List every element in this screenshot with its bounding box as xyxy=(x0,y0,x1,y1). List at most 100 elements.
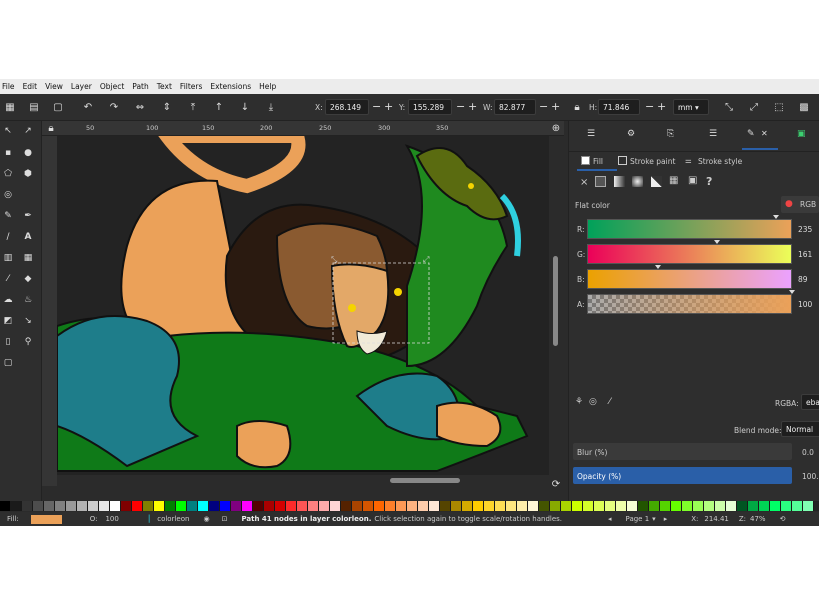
lock-guides-icon[interactable]: 🔒︎ xyxy=(44,121,58,135)
palette-swatch[interactable] xyxy=(418,501,429,511)
palette-swatch[interactable] xyxy=(682,501,693,511)
zoom-correction-icon[interactable]: ⊕ xyxy=(549,121,563,135)
palette-swatch[interactable] xyxy=(330,501,341,511)
palette-swatch[interactable] xyxy=(407,501,418,511)
palette-swatch[interactable] xyxy=(0,501,11,511)
zoom-value[interactable]: 47% xyxy=(750,515,766,523)
palette-swatch[interactable] xyxy=(748,501,759,511)
flat-color-button[interactable] xyxy=(595,176,606,187)
deselect-icon[interactable]: ▢ xyxy=(51,100,65,114)
palette-swatch[interactable] xyxy=(561,501,572,511)
close-tab-icon[interactable]: ✕ xyxy=(761,129,768,138)
h-increment[interactable]: + xyxy=(657,100,666,113)
paint-bucket-tool-icon[interactable]: ◆ xyxy=(21,272,35,286)
palette-swatch[interactable] xyxy=(132,501,143,511)
palette-swatch[interactable] xyxy=(440,501,451,511)
palette-swatch[interactable] xyxy=(759,501,770,511)
lock-layer-icon[interactable]: ⊡ xyxy=(222,515,228,523)
w-increment[interactable]: + xyxy=(551,100,560,113)
palette-swatch[interactable] xyxy=(572,501,583,511)
node-tool-icon[interactable]: ↗ xyxy=(21,124,35,138)
palette-swatch[interactable] xyxy=(242,501,253,511)
palette-swatch[interactable] xyxy=(275,501,286,511)
b-value[interactable]: 89 xyxy=(798,275,808,284)
palette-swatch[interactable] xyxy=(429,501,440,511)
no-paint-button[interactable]: × xyxy=(580,177,588,188)
palette-swatch[interactable] xyxy=(264,501,275,511)
palette-swatch[interactable] xyxy=(154,501,165,511)
spiral-tool-icon[interactable]: ◎ xyxy=(1,188,15,202)
palette-swatch[interactable] xyxy=(462,501,473,511)
palette-swatch[interactable] xyxy=(374,501,385,511)
palette-swatch[interactable] xyxy=(143,501,154,511)
pen-tool-icon[interactable]: ✒ xyxy=(21,209,35,223)
layers-tab-icon[interactable]: ☰ xyxy=(709,129,717,139)
g-value[interactable]: 161 xyxy=(798,250,812,259)
rgba-input[interactable]: eba xyxy=(801,394,819,410)
align-tab-icon[interactable]: ⚙ xyxy=(627,129,635,139)
eraser-tool-icon[interactable]: ◩ xyxy=(1,314,15,328)
mesh-gradient-button[interactable] xyxy=(651,176,662,187)
raise-icon[interactable]: ↑ xyxy=(212,100,226,114)
palette-swatch[interactable] xyxy=(253,501,264,511)
palette-swatch[interactable] xyxy=(385,501,396,511)
palette-swatch[interactable] xyxy=(77,501,88,511)
stroke-style-tab[interactable]: Stroke style xyxy=(698,157,742,166)
calligraphy-tool-icon[interactable]: ∕ xyxy=(1,230,15,244)
palette-swatch[interactable] xyxy=(187,501,198,511)
menu-edit[interactable]: Edit xyxy=(23,82,38,91)
color-palette[interactable] xyxy=(0,501,819,511)
palette-swatch[interactable] xyxy=(770,501,781,511)
select-all-icon[interactable]: ▦ xyxy=(3,100,17,114)
spray-tool-icon[interactable]: ♨ xyxy=(21,293,35,307)
palette-swatch[interactable] xyxy=(363,501,374,511)
palette-swatch[interactable] xyxy=(539,501,550,511)
menu-filters[interactable]: Filters xyxy=(180,82,202,91)
palette-swatch[interactable] xyxy=(286,501,297,511)
w-decrement[interactable]: − xyxy=(539,100,548,113)
menu-text[interactable]: Text xyxy=(157,82,172,91)
vertical-scrollbar[interactable] xyxy=(549,136,564,486)
lock-icon[interactable]: 🔒︎ xyxy=(570,100,584,114)
linear-gradient-button[interactable] xyxy=(614,176,625,187)
h-decrement[interactable]: − xyxy=(645,100,654,113)
measure-tool-icon[interactable]: ▯ xyxy=(1,335,15,349)
palette-swatch[interactable] xyxy=(176,501,187,511)
unit-select[interactable]: mm ▾ xyxy=(673,99,709,115)
palette-swatch[interactable] xyxy=(341,501,352,511)
text-tool-icon[interactable]: A xyxy=(21,230,35,244)
palette-swatch[interactable] xyxy=(44,501,55,511)
horizontal-scroll-thumb[interactable] xyxy=(390,478,460,483)
flip-vertical-icon[interactable]: ⇕ xyxy=(160,100,174,114)
palette-swatch[interactable] xyxy=(297,501,308,511)
palette-swatch[interactable] xyxy=(638,501,649,511)
palette-swatch[interactable] xyxy=(99,501,110,511)
r-slider[interactable] xyxy=(587,219,792,239)
palette-swatch[interactable] xyxy=(66,501,77,511)
vertical-scroll-thumb[interactable] xyxy=(553,256,558,346)
opacity-value[interactable]: 100 xyxy=(105,515,118,523)
x-input[interactable]: 268.149 xyxy=(325,99,369,115)
palette-swatch[interactable] xyxy=(594,501,605,511)
y-increment[interactable]: + xyxy=(468,100,477,113)
zoom-tool-icon[interactable]: ⚲ xyxy=(21,335,35,349)
palette-swatch[interactable] xyxy=(506,501,517,511)
palette-swatch[interactable] xyxy=(33,501,44,511)
fill-stroke-tab-icon[interactable]: ✎ xyxy=(747,129,755,139)
palette-swatch[interactable] xyxy=(319,501,330,511)
palette-swatch[interactable] xyxy=(473,501,484,511)
rotate-ccw-icon[interactable]: ↶ xyxy=(81,100,95,114)
scale-corners-icon[interactable]: ⤢ xyxy=(747,100,761,114)
swatch-icon[interactable]: ▣ xyxy=(688,175,697,186)
palette-swatch[interactable] xyxy=(792,501,803,511)
palette-swatch[interactable] xyxy=(55,501,66,511)
select-all-layers-icon[interactable]: ▤ xyxy=(27,100,41,114)
palette-swatch[interactable] xyxy=(517,501,528,511)
unset-paint-button[interactable]: ? xyxy=(706,175,712,188)
fill-checkbox-icon[interactable] xyxy=(581,156,590,165)
transform-patterns-icon[interactable]: ▩ xyxy=(797,100,811,114)
y-input[interactable]: 155.289 xyxy=(408,99,452,115)
palette-swatch[interactable] xyxy=(605,501,616,511)
palette-swatch[interactable] xyxy=(528,501,539,511)
palette-swatch[interactable] xyxy=(22,501,33,511)
